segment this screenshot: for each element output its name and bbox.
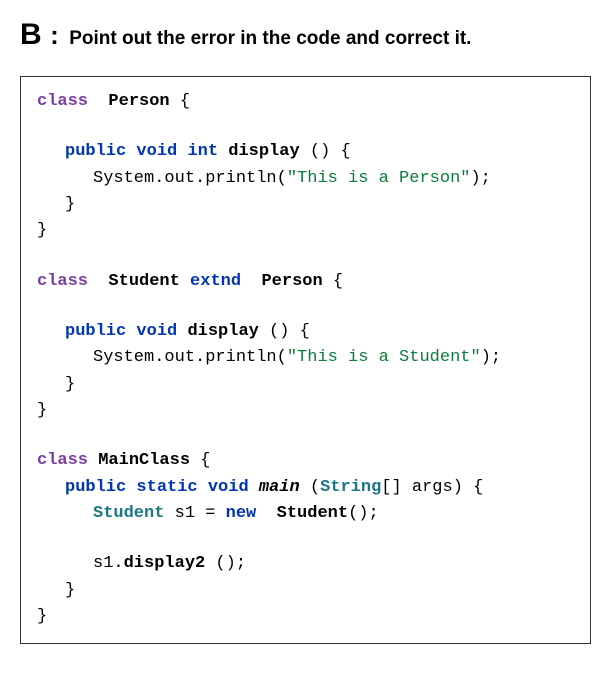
code-line: public static void main (String[] args) … — [37, 475, 572, 501]
keyword-class: class — [37, 451, 88, 470]
colon: : — [50, 20, 59, 50]
keyword-public: public — [65, 322, 126, 341]
open-brace: { — [289, 322, 309, 341]
class-name-person: Person — [108, 92, 169, 111]
keyword-void: void — [136, 142, 177, 161]
method-display: display — [228, 142, 299, 161]
code-line: } — [37, 578, 572, 604]
close-brace: } — [65, 375, 75, 394]
empty-parens: () — [259, 322, 290, 341]
var-s1: s1 — [93, 554, 113, 573]
method-main: main — [259, 478, 300, 497]
code-line: public void display () { — [37, 319, 572, 345]
sysout-call: System.out.println( — [93, 169, 287, 188]
code-line: class MainClass { — [37, 448, 572, 474]
type-string: String — [320, 478, 381, 497]
close-brace: } — [37, 401, 47, 420]
string-literal-student: "This is a Student" — [287, 348, 481, 367]
blank-line — [37, 245, 572, 269]
close-brace: } — [65, 581, 75, 600]
question-header: B : Point out the error in the code and … — [20, 18, 591, 52]
close-paren-semi: ); — [470, 169, 490, 188]
question-prompt: Point out the error in the code and corr… — [69, 28, 471, 49]
class-name-student: Student — [108, 272, 179, 291]
close-paren-semi: ); — [481, 348, 501, 367]
keyword-class: class — [37, 92, 88, 111]
keyword-new: new — [226, 504, 257, 523]
method-display2: display2 — [124, 554, 206, 573]
open-brace: { — [463, 478, 483, 497]
code-line: class Person { — [37, 89, 572, 115]
string-literal-person: "This is a Person" — [287, 169, 471, 188]
code-line: class Student extnd Person { — [37, 269, 572, 295]
keyword-extnd: extnd — [190, 272, 241, 291]
blank-line — [37, 527, 572, 551]
code-line: s1.display2 (); — [37, 551, 572, 577]
call-parens: (); — [205, 554, 246, 573]
open-brace: { — [323, 272, 343, 291]
close-brace: } — [65, 195, 75, 214]
class-name-mainclass: MainClass — [98, 451, 190, 470]
blank-line — [37, 115, 572, 139]
keyword-void: void — [208, 478, 249, 497]
ctor-parens: (); — [348, 504, 379, 523]
open-brace: { — [170, 92, 190, 111]
keyword-static: static — [136, 478, 197, 497]
code-line: } — [37, 398, 572, 424]
code-line: } — [37, 372, 572, 398]
empty-parens: () — [300, 142, 331, 161]
open-brace: { — [330, 142, 350, 161]
method-display: display — [187, 322, 258, 341]
sysout-call: System.out.println( — [93, 348, 287, 367]
blank-line — [37, 424, 572, 448]
code-line: Student s1 = new Student(); — [37, 501, 572, 527]
keyword-public: public — [65, 142, 126, 161]
code-block: class Person { public void int display (… — [20, 76, 591, 644]
class-name-person: Person — [261, 272, 322, 291]
keyword-int: int — [187, 142, 218, 161]
code-line: public void int display () { — [37, 139, 572, 165]
code-line: } — [37, 604, 572, 630]
keyword-public: public — [65, 478, 126, 497]
close-brace: } — [37, 221, 47, 240]
code-line: System.out.println("This is a Person"); — [37, 166, 572, 192]
close-brace: } — [37, 607, 47, 626]
ctor-student: Student — [277, 504, 348, 523]
keyword-class: class — [37, 272, 88, 291]
var-s1: s1 — [175, 504, 195, 523]
open-paren: ( — [300, 478, 320, 497]
question-letter: B — [20, 18, 42, 51]
blank-line — [37, 295, 572, 319]
args-decl: [] args) — [381, 478, 463, 497]
keyword-void: void — [136, 322, 177, 341]
equals: = — [195, 504, 226, 523]
code-line: } — [37, 192, 572, 218]
code-line: } — [37, 218, 572, 244]
type-student: Student — [93, 504, 164, 523]
code-line: System.out.println("This is a Student"); — [37, 345, 572, 371]
open-brace: { — [190, 451, 210, 470]
